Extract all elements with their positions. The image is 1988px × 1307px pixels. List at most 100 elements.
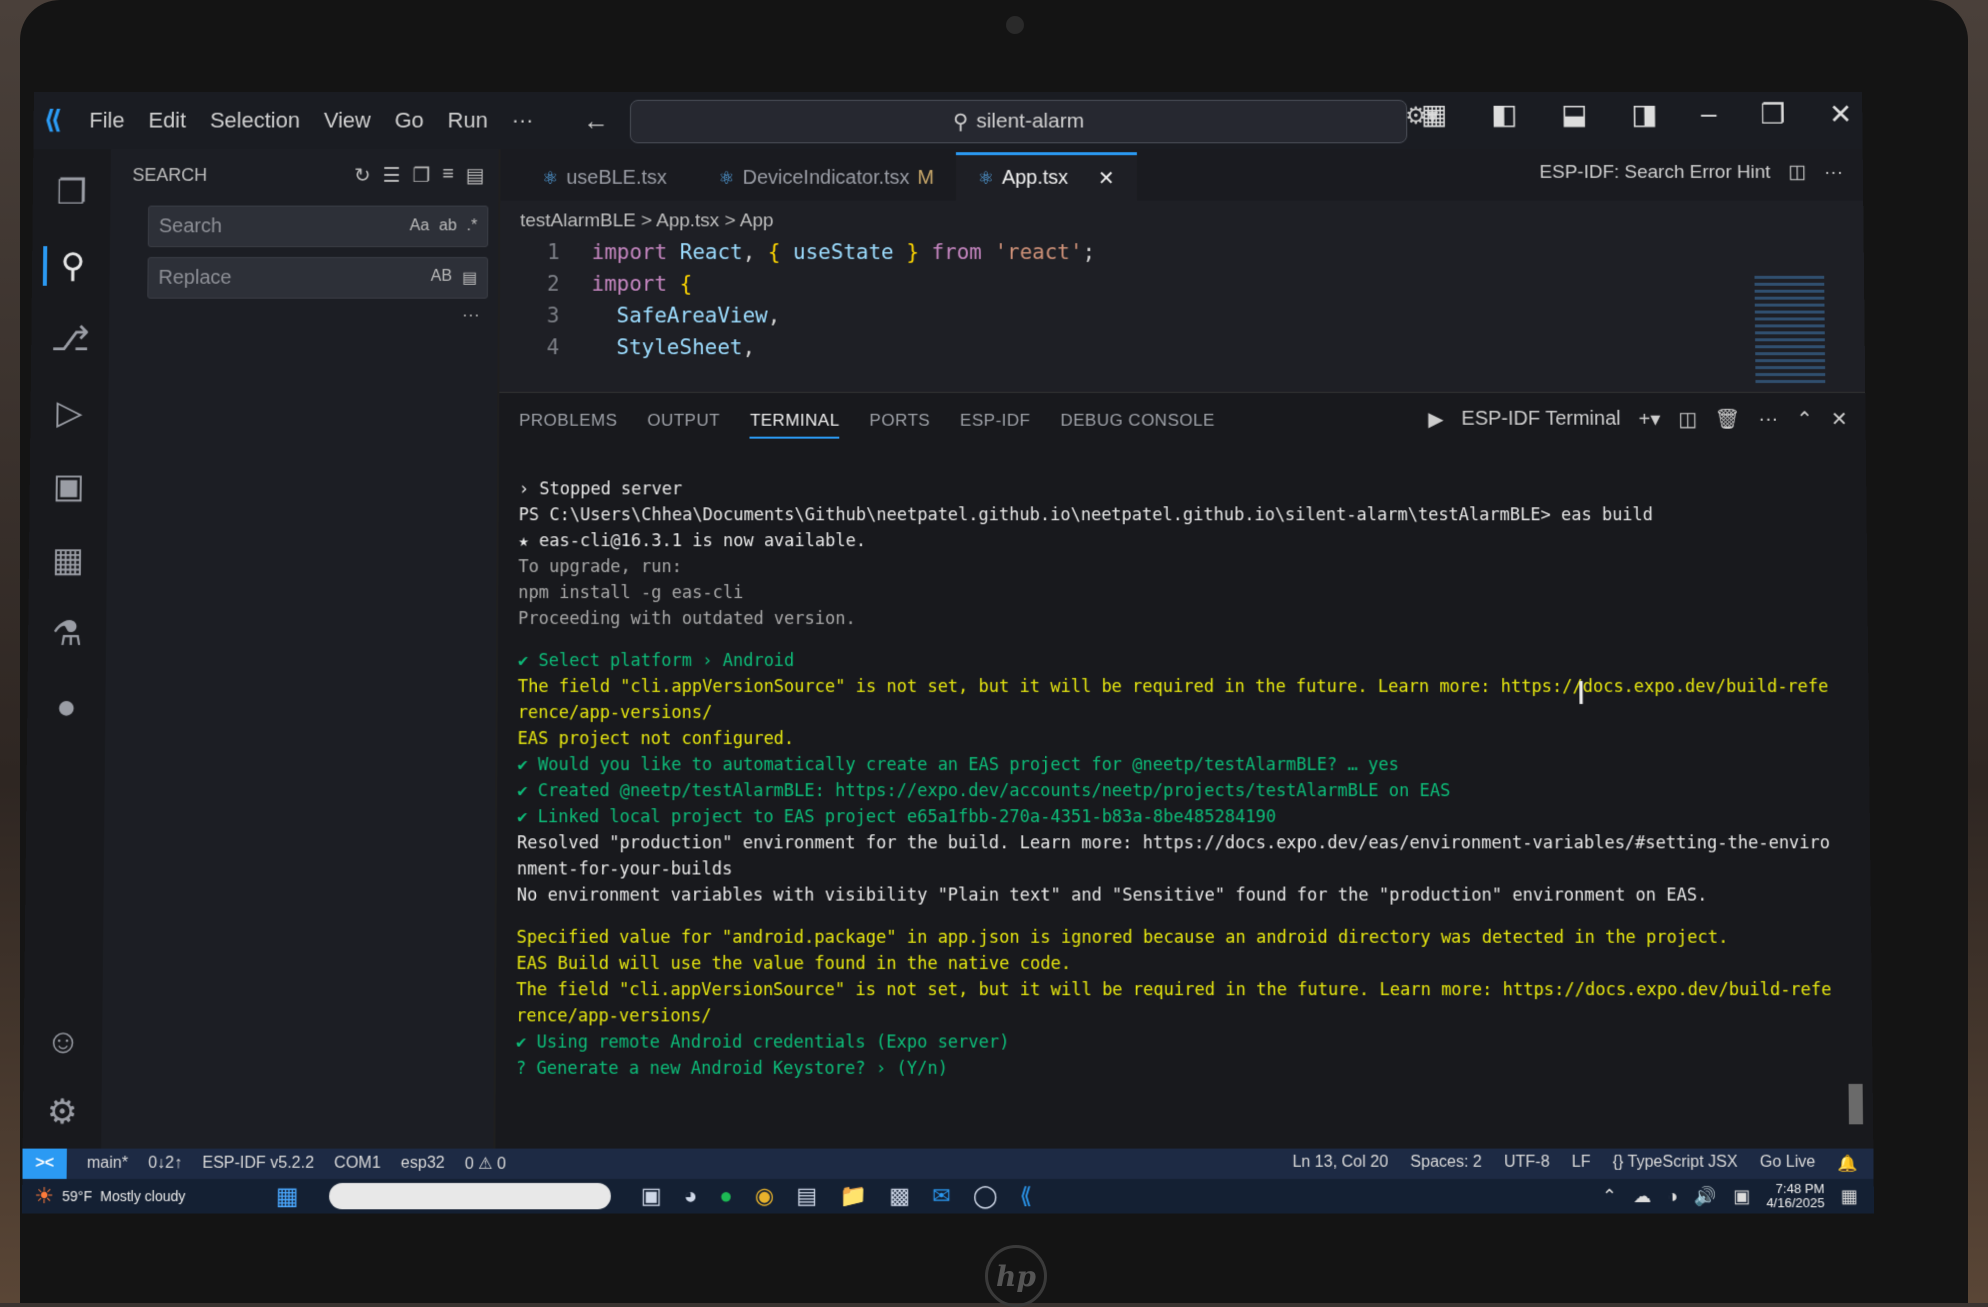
serial-port[interactable]: COM1 <box>334 1155 381 1173</box>
line-endings[interactable]: LF <box>1572 1154 1591 1174</box>
code-line[interactable]: 3 SafeAreaView, <box>500 300 1865 332</box>
more-icon[interactable]: ··· <box>1758 408 1778 431</box>
extensions-icon[interactable]: ▦ <box>42 540 94 580</box>
notifications-bell-icon[interactable]: 🔔 <box>1837 1154 1857 1174</box>
refresh-icon[interactable]: ↻ <box>354 163 371 188</box>
code-view[interactable]: 1 import React, { useState } from 'react'… <box>499 236 1864 363</box>
close-panel-icon[interactable]: ✕ <box>1831 407 1848 432</box>
menu-item[interactable]: File <box>89 108 124 134</box>
menu-item[interactable]: ··· <box>512 108 534 134</box>
sync-status[interactable]: 0↓2↑ <box>148 1155 182 1173</box>
panel-tab[interactable]: TERMINAL <box>749 410 840 439</box>
source-control-icon[interactable]: ⎇ <box>44 319 96 359</box>
code-line[interactable]: 2 import { <box>500 268 1864 300</box>
notes-icon[interactable]: ▤ <box>796 1183 817 1209</box>
toggle-sidebar-icon[interactable]: ◧ <box>1491 98 1518 131</box>
volume-icon[interactable]: 🔊 <box>1694 1186 1717 1207</box>
collapse-all-icon[interactable]: ≡ <box>442 163 454 188</box>
layout-icon[interactable]: ▦ <box>1421 98 1447 131</box>
app-icon[interactable]: ◯ <box>973 1183 998 1209</box>
store-icon[interactable]: ▩ <box>889 1183 910 1209</box>
problems-count[interactable]: 0 ⚠ 0 <box>465 1154 506 1174</box>
split-terminal-icon[interactable]: ◫ <box>1678 407 1697 432</box>
toggle-search-details-icon[interactable]: ··· <box>109 299 498 326</box>
panel-tab[interactable]: OUTPUT <box>647 411 720 439</box>
chrome-icon[interactable]: ◉ <box>755 1183 774 1209</box>
menu-item[interactable]: Run <box>448 108 488 134</box>
esp-idf-icon[interactable]: ● <box>40 688 92 727</box>
battery-icon[interactable]: ▣ <box>1733 1186 1750 1207</box>
clock[interactable]: 7:48 PM 4/16/2025 <box>1766 1181 1824 1210</box>
split-editor-icon[interactable]: ◫ <box>1788 161 1806 184</box>
edge-icon[interactable]: ◕ <box>684 1183 697 1209</box>
panel-tab[interactable]: PROBLEMS <box>519 411 617 439</box>
minimize-icon[interactable]: – <box>1701 98 1717 131</box>
target-chip[interactable]: esp32 <box>401 1155 445 1173</box>
taskbar-search[interactable] <box>328 1182 611 1210</box>
panel-tab[interactable]: DEBUG CONSOLE <box>1060 411 1214 439</box>
start-button-icon[interactable]: ▦ <box>276 1181 299 1210</box>
back-arrow-icon[interactable]: ← <box>583 105 609 136</box>
go-live-button[interactable]: Go Live <box>1760 1154 1816 1174</box>
vscode-taskbar-icon[interactable]: ⟪ <box>1020 1183 1032 1209</box>
task-view-icon[interactable]: ▣ <box>641 1183 662 1209</box>
explorer-icon[interactable]: ❐ <box>46 173 98 213</box>
command-center[interactable]: ⚲ silent-alarm <box>629 99 1408 144</box>
menu-item[interactable]: Go <box>395 108 424 134</box>
code-line[interactable]: 1 import React, { useState } from 'react'… <box>500 236 1864 268</box>
replace-all-icon[interactable]: ▤ <box>462 268 477 288</box>
remote-indicator-icon[interactable]: >< <box>22 1148 67 1179</box>
onedrive-icon[interactable]: ☁ <box>1633 1186 1651 1207</box>
encoding[interactable]: UTF-8 <box>1504 1154 1550 1174</box>
run-debug-icon[interactable]: ▷ <box>43 393 95 433</box>
match-whole-word-icon[interactable]: ab <box>439 217 457 235</box>
branch-status[interactable]: main* <box>87 1155 128 1173</box>
match-case-toggle[interactable]: Aa <box>410 217 430 235</box>
terminal-name[interactable]: ESP-IDF Terminal <box>1461 408 1620 431</box>
weather-widget[interactable]: ☀ 59°F Mostly cloudy <box>34 1183 276 1209</box>
file-explorer-icon[interactable]: 📁 <box>839 1183 867 1209</box>
maximize-icon[interactable]: ❐ <box>1760 98 1785 131</box>
toggle-secondary-sidebar-icon[interactable]: ◨ <box>1631 98 1658 131</box>
search-view-icon[interactable]: ⚲ <box>42 246 100 286</box>
new-terminal-icon[interactable]: +▾ <box>1639 407 1661 432</box>
more-actions-icon[interactable]: ··· <box>1824 162 1843 184</box>
cursor-position[interactable]: Ln 13, Col 20 <box>1292 1154 1388 1174</box>
esp-idf-hint-button[interactable]: ESP-IDF: Search Error Hint <box>1539 162 1770 184</box>
view-as-tree-icon[interactable]: ☰ <box>383 163 401 188</box>
close-icon[interactable]: ✕ <box>1829 98 1853 131</box>
new-search-editor-icon[interactable]: ❐ <box>412 163 430 188</box>
notification-center-icon[interactable]: ▦ <box>1841 1186 1858 1207</box>
editor-tab[interactable]: ⚛ App.tsx ✕ <box>955 152 1137 201</box>
panel-tab[interactable]: PORTS <box>870 411 931 439</box>
menu-item[interactable]: Edit <box>148 108 186 134</box>
search-input[interactable]: Search Aa ab .* <box>147 205 489 248</box>
code-line[interactable]: 4 StyleSheet, <box>499 331 1864 363</box>
esp-idf-version[interactable]: ESP-IDF v5.2.2 <box>202 1155 314 1173</box>
panel-tab[interactable]: ESP-IDF <box>960 411 1030 439</box>
editor-tab[interactable]: ⚛ DeviceIndicator.tsx M <box>697 155 956 200</box>
indentation[interactable]: Spaces: 2 <box>1410 1154 1482 1174</box>
spotify-icon[interactable]: ● <box>719 1183 732 1209</box>
preserve-case-toggle[interactable]: AB <box>431 268 452 288</box>
kill-terminal-icon[interactable]: 🗑 <box>1715 407 1741 432</box>
menu-item[interactable]: View <box>324 108 371 134</box>
menu-item[interactable]: Selection <box>210 108 300 134</box>
wifi-icon[interactable]: ◑ <box>1667 1186 1678 1207</box>
clear-results-icon[interactable]: ▤ <box>466 163 485 188</box>
regex-icon[interactable]: .* <box>467 217 478 235</box>
outlook-icon[interactable]: ✉ <box>932 1183 951 1209</box>
tray-chevron-icon[interactable]: ⌃ <box>1602 1186 1617 1207</box>
maximize-panel-icon[interactable]: ⌃ <box>1796 407 1813 432</box>
breadcrumb[interactable]: testAlarmBLE > App.tsx > App <box>500 201 1863 233</box>
accounts-icon[interactable]: ☺ <box>37 1022 90 1061</box>
minimap[interactable] <box>1754 275 1826 385</box>
remote-explorer-icon[interactable]: ▣ <box>43 467 95 507</box>
replace-input[interactable]: Replace AB ▤ <box>147 257 489 299</box>
terminal-output[interactable]: › Stopped server PS C:\Users\Chhea\Docume… <box>516 476 1843 1081</box>
testing-icon[interactable]: ⚗ <box>41 614 93 654</box>
manage-gear-icon[interactable]: ⚙ <box>36 1092 89 1132</box>
terminal-scrollbar[interactable] <box>1848 1083 1864 1125</box>
language-mode[interactable]: {} TypeScript JSX <box>1613 1154 1738 1174</box>
tab-close-icon[interactable]: ✕ <box>1098 166 1115 191</box>
